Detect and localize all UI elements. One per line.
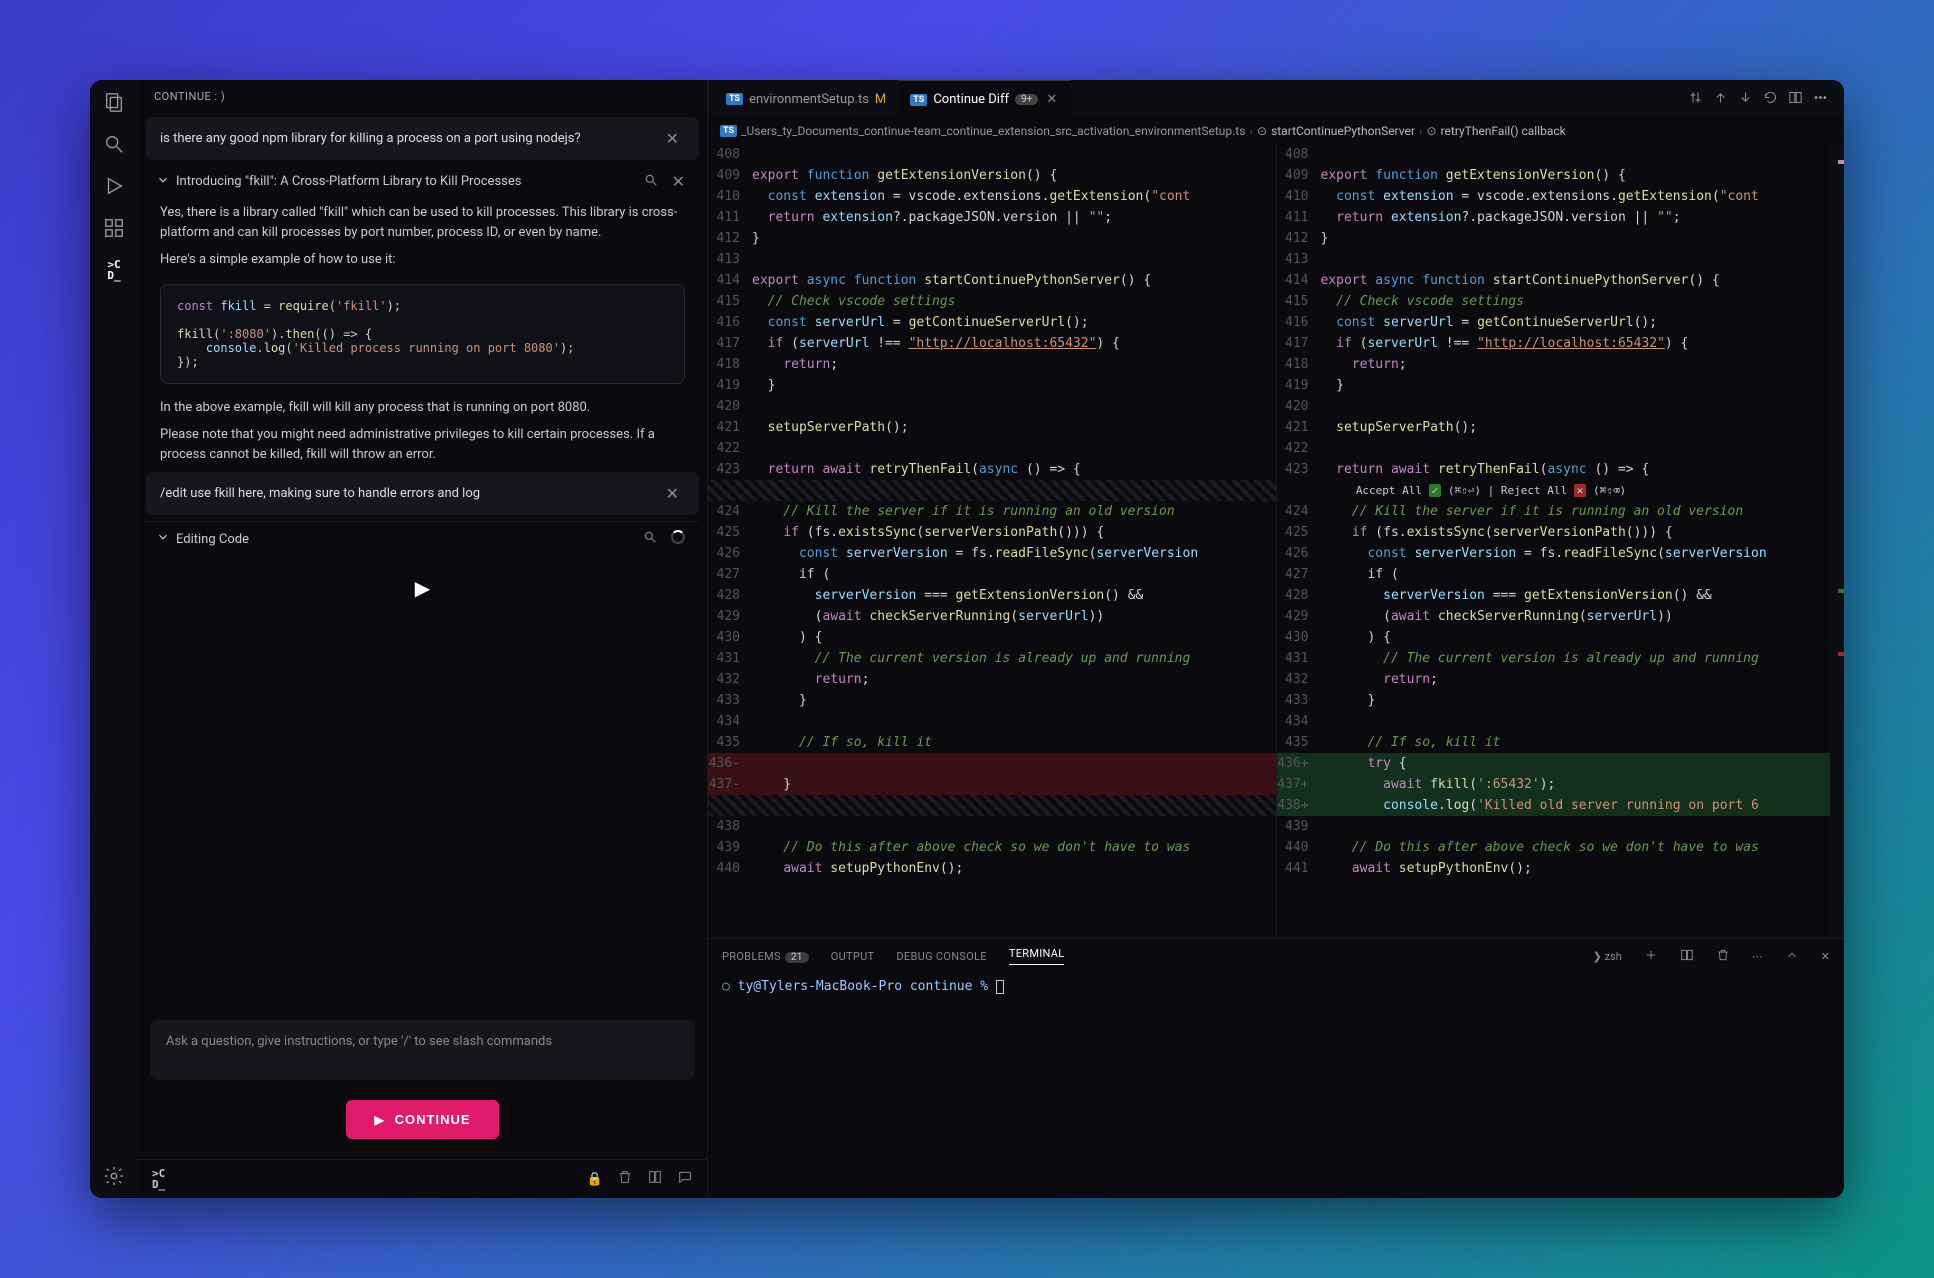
- chat-icon[interactable]: [677, 1169, 693, 1189]
- user-message: is there any good npm library for killin…: [146, 117, 699, 160]
- diff-modified-pane[interactable]: 408 409export function getExtensionVersi…: [1277, 144, 1845, 938]
- new-terminal-icon[interactable]: [1644, 948, 1658, 965]
- terminal-shell-label[interactable]: ❯ zsh: [1593, 950, 1622, 963]
- compare-icon[interactable]: [1688, 90, 1703, 109]
- accept-reject-bar[interactable]: Accept All ✓ (⌘⇧⏎) | Reject All ✕ (⌘⇧⌫): [1352, 483, 1630, 498]
- continue-button[interactable]: CONTINUE: [346, 1100, 498, 1139]
- continue-sidebar: CONTINUE : ) is there any good npm libra…: [138, 80, 708, 1198]
- edit-command-message: /edit use fkill here, making sure to han…: [146, 472, 699, 515]
- tab-actions: [1688, 90, 1838, 109]
- search-icon[interactable]: [640, 173, 662, 191]
- assistant-paragraph: Here's a simple example of how to use it…: [146, 246, 699, 274]
- split-icon[interactable]: [1788, 90, 1803, 109]
- tab-problems[interactable]: PROBLEMS21: [722, 950, 809, 963]
- stop-icon[interactable]: [667, 530, 689, 548]
- revert-icon[interactable]: [1763, 90, 1778, 109]
- diff-view: 408 409export function getExtensionVersi…: [708, 144, 1844, 938]
- search-icon[interactable]: [639, 530, 661, 548]
- vscode-window: >CD_ CONTINUE : ) is there any good npm …: [90, 80, 1844, 1198]
- typescript-icon: TS: [720, 125, 737, 137]
- close-icon[interactable]: ✕: [668, 172, 689, 191]
- bottom-panel: PROBLEMS21 OUTPUT DEBUG CONSOLE TERMINAL…: [708, 938, 1844, 1198]
- chat-body: is there any good npm library for killin…: [138, 113, 707, 1012]
- sidebar-title: CONTINUE : ): [138, 80, 707, 113]
- search-icon[interactable]: [102, 132, 126, 156]
- chevron-down-icon: [156, 173, 170, 191]
- maximize-panel-icon[interactable]: [1785, 948, 1799, 965]
- tab-output[interactable]: OUTPUT: [831, 950, 875, 963]
- modified-indicator: M: [875, 92, 886, 107]
- lock-icon[interactable]: 🔒: [587, 1172, 603, 1187]
- panel-tabs: PROBLEMS21 OUTPUT DEBUG CONSOLE TERMINAL…: [708, 939, 1844, 973]
- user-message-text: is there any good npm library for killin…: [160, 131, 650, 146]
- tab-debug-console[interactable]: DEBUG CONSOLE: [896, 950, 986, 963]
- diff-count-badge: 9+: [1015, 94, 1038, 105]
- extensions-icon[interactable]: [102, 216, 126, 240]
- answer-title: Introducing "fkill": A Cross-Platform Li…: [176, 174, 634, 189]
- tab-continue-diff[interactable]: TS Continue Diff 9+ ✕: [898, 80, 1071, 118]
- edit-command-text: /edit use fkill here, making sure to han…: [160, 486, 650, 501]
- trash-icon[interactable]: [617, 1169, 633, 1189]
- method-icon: ⊙: [1427, 124, 1437, 138]
- kill-terminal-icon[interactable]: [1716, 948, 1730, 965]
- continue-logo-icon: >CD_: [152, 1168, 165, 1190]
- close-panel-icon[interactable]: ✕: [1821, 950, 1830, 963]
- typescript-icon: TS: [726, 93, 743, 105]
- split-terminal-icon[interactable]: [1680, 948, 1694, 965]
- diff-original-pane[interactable]: 408 409export function getExtensionVersi…: [708, 144, 1277, 938]
- activity-bar: >CD_: [90, 80, 138, 1198]
- close-icon[interactable]: ✕: [660, 482, 685, 505]
- editor-main: TS environmentSetup.ts M TS Continue Dif…: [708, 80, 1844, 1198]
- minimap[interactable]: [1830, 144, 1844, 938]
- run-debug-icon[interactable]: [102, 174, 126, 198]
- continue-extension-icon[interactable]: >CD_: [102, 258, 126, 282]
- explorer-icon[interactable]: [102, 90, 126, 114]
- editor-tabs: TS environmentSetup.ts M TS Continue Dif…: [708, 80, 1844, 118]
- book-icon[interactable]: [647, 1169, 663, 1189]
- up-arrow-icon[interactable]: [1713, 90, 1728, 109]
- chat-input[interactable]: Ask a question, give instructions, or ty…: [150, 1020, 695, 1080]
- method-icon: ⊙: [1257, 124, 1267, 138]
- more-icon[interactable]: [1813, 90, 1828, 109]
- chevron-down-icon: [156, 530, 170, 548]
- breadcrumb[interactable]: TS _Users_ty_Documents_continue-team_con…: [708, 118, 1844, 144]
- more-icon[interactable]: ⋯: [1752, 950, 1763, 963]
- terminal-body[interactable]: ○ ty@Tylers-MacBook-Pro continue %: [708, 973, 1844, 1198]
- close-icon[interactable]: ✕: [660, 127, 685, 150]
- settings-gear-icon[interactable]: [102, 1164, 126, 1188]
- assistant-paragraph: In the above example, fkill will kill an…: [146, 394, 699, 422]
- assistant-paragraph: Yes, there is a library called "fkill" w…: [146, 199, 699, 246]
- cursor-indicator: ▶: [146, 556, 699, 620]
- sidebar-footer: >CD_ 🔒: [138, 1159, 707, 1198]
- close-icon[interactable]: ✕: [1044, 92, 1059, 107]
- terminal-cursor: [996, 980, 1004, 994]
- answer-header[interactable]: Introducing "fkill": A Cross-Platform Li…: [146, 164, 699, 199]
- editing-code-header[interactable]: Editing Code: [146, 521, 699, 556]
- assistant-paragraph: Please note that you might need administ…: [146, 421, 699, 468]
- down-arrow-icon[interactable]: [1738, 90, 1753, 109]
- tab-terminal[interactable]: TERMINAL: [1009, 947, 1065, 965]
- code-example: const fkill = require('fkill'); fkill(':…: [160, 284, 685, 384]
- tab-environment-setup[interactable]: TS environmentSetup.ts M: [714, 80, 898, 118]
- typescript-icon: TS: [910, 94, 927, 106]
- editing-label: Editing Code: [176, 532, 633, 547]
